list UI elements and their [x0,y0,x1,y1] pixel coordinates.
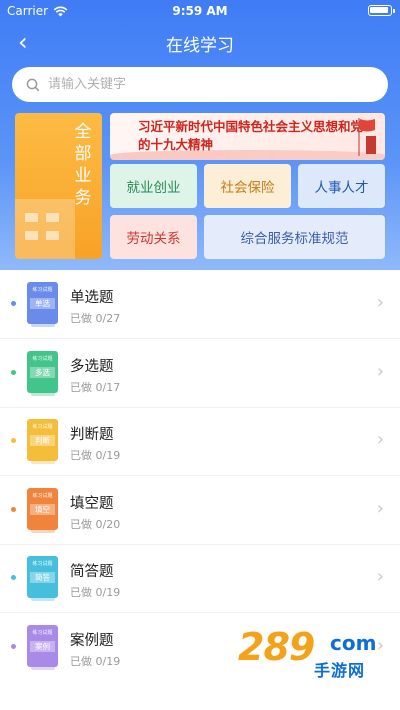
book-tag: 填空 [30,503,55,515]
search-bar[interactable] [12,67,388,102]
progress-text: 已做 0/27 [70,312,121,325]
book-tag: 多选 [30,366,55,378]
chevron-right-icon: › [376,292,384,313]
chevron-right-icon: › [376,429,384,450]
book-icon: 练习试题 填空 [27,487,58,533]
progress-text: 已做 0/20 [70,517,121,531]
question-type-name: 单选题 [70,290,114,306]
color-dot [11,575,16,580]
book-header: 练习试题 [32,629,53,636]
search-icon [26,78,40,91]
book-header: 练习试题 [32,492,53,499]
building-window [25,231,38,240]
chevron-right-icon: › [376,360,384,382]
book-header: 练习试题 [32,355,53,362]
search-input[interactable] [48,77,348,92]
building-illustration [15,199,75,259]
banner-text: 习近平新时代中国特色社会主义思想和党的十九大精神 [138,119,364,152]
book-icon: 练习试题 简答 [27,556,58,601]
category-employment[interactable]: 就业创业 [110,164,197,208]
list-item[interactable]: 练习试题 单选 单选题 已做 0/27 › [0,270,400,338]
progress-text: 已做 0/19 [70,449,121,462]
book-icon: 练习试题 多选 [27,350,58,396]
question-type-name: 多选题 [70,358,114,375]
status-time: 9:59 AM [172,4,228,18]
book-tag: 判断 [30,435,55,446]
question-type-name: 填空题 [70,495,114,512]
book-shadow [31,323,55,327]
book-shadow [31,597,55,601]
category-label: 综合服务标准规范 [240,231,349,247]
question-type-name: 简答题 [70,564,114,580]
book-icon: 练习试题 单选 [27,282,58,327]
category-service-standards[interactable]: 综合服务标准规范 [204,215,385,259]
book-shadow [31,391,55,396]
building-window [46,213,59,222]
progress-text: 已做 0/19 [70,654,121,668]
chevron-right-icon: › [376,497,384,519]
list-item[interactable]: 练习试题 案例 案例题 已做 0/19 › [0,613,400,681]
list-item[interactable]: 练习试题 多选 多选题 已做 0/17 › [0,339,400,407]
banner-party-spirit[interactable]: 习近平新时代中国特色社会主义思想和党的十九大精神 [110,113,385,160]
all-business-tile[interactable]: 全部业务 [15,113,102,259]
question-type-name: 案例题 [70,632,114,649]
progress-text: 已做 0/19 [70,586,121,599]
book-icon: 练习试题 案例 [27,624,58,670]
book-header: 练习试题 [32,561,53,567]
color-dot [11,438,16,443]
book-header: 练习试题 [32,287,53,293]
category-label: 劳动关系 [126,231,181,247]
flag-icon [358,118,376,156]
category-labor-relations[interactable]: 劳动关系 [110,215,197,259]
book-tag: 单选 [30,298,55,309]
list-item[interactable]: 练习试题 判断 判断题 已做 0/19 › [0,407,400,475]
nav-bar: ‹ 在线学习 [0,22,400,62]
book-shadow [31,528,55,533]
all-business-label: 全部业务 [74,122,92,208]
chevron-right-icon: › [376,566,384,587]
question-type-name: 判断题 [70,427,114,443]
book-header: 练习试题 [32,424,53,430]
chevron-right-icon: › [376,634,384,656]
status-bar: Carrier 9:59 AM [0,0,400,22]
page-title: 在线学习 [166,36,234,56]
color-dot [11,643,16,649]
building-window [46,231,59,240]
list-item[interactable]: 练习试题 填空 填空题 已做 0/20 › [0,476,400,544]
color-dot [11,301,16,306]
book-shadow [31,460,55,464]
category-label: 人事人才 [314,180,369,196]
building-window [25,213,38,222]
book-icon: 练习试题 判断 [27,419,58,464]
book-tag: 简答 [30,572,55,583]
color-dot [11,369,16,375]
category-social-insurance[interactable]: 社会保险 [204,164,291,208]
category-personnel[interactable]: 人事人才 [298,164,385,208]
book-tag: 案例 [30,640,55,652]
category-label: 就业创业 [126,180,181,196]
color-dot [11,506,16,512]
category-label: 社会保险 [220,180,275,196]
list-item[interactable]: 练习试题 简答 简答题 已做 0/19 › [0,544,400,612]
battery-icon [368,5,395,16]
progress-text: 已做 0/17 [70,380,121,394]
book-shadow [31,665,55,670]
